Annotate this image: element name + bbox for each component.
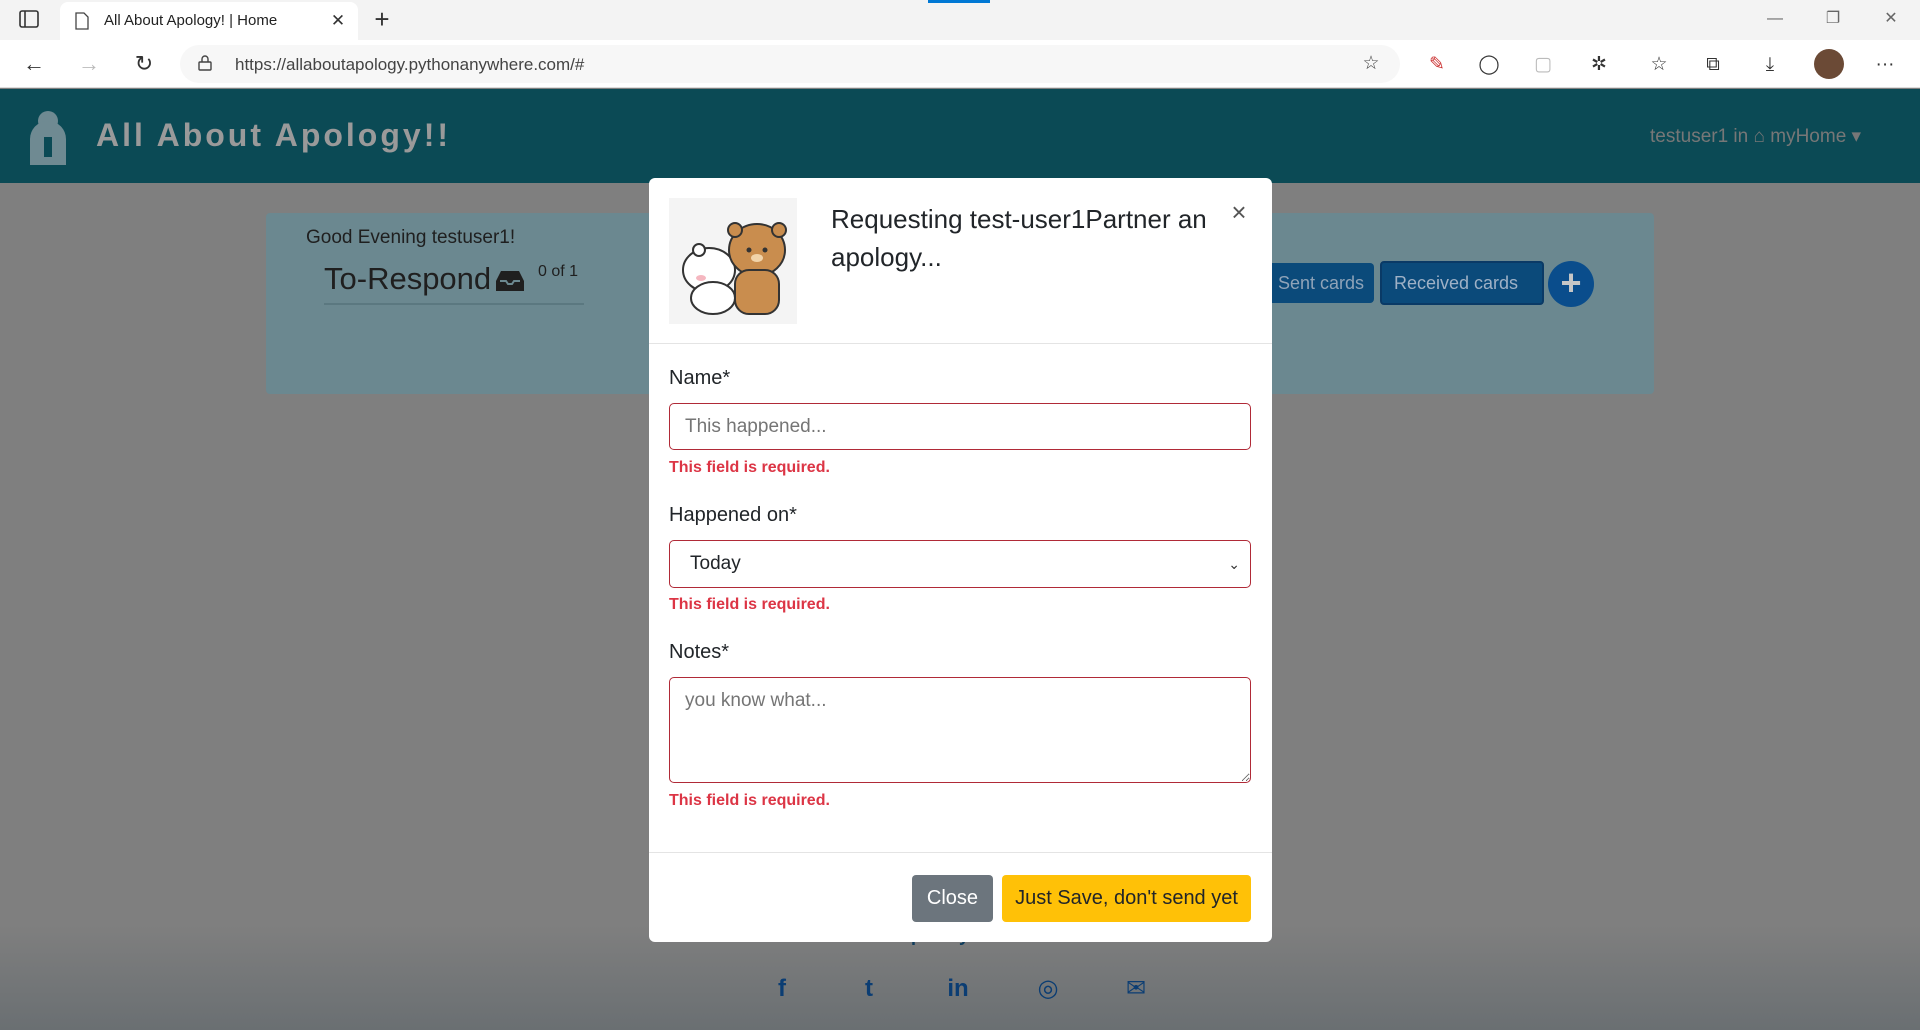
modal-footer-divider	[649, 852, 1272, 853]
user-dropdown[interactable]: testuser1 in ⌂ myHome ▾	[1650, 125, 1861, 148]
apology-request-modal: Requesting test-user1Partner an apology.…	[649, 178, 1272, 942]
name-error: This field is required.	[669, 459, 830, 476]
section-title: To-Respond	[324, 261, 492, 296]
happened-on-label: Happened on*	[669, 504, 797, 526]
extension-square-icon[interactable]: ▢	[1530, 52, 1556, 78]
browser-tab-active[interactable]: All About Apology! | Home ✕	[60, 2, 358, 40]
favorites-icon[interactable]: ☆	[1646, 52, 1672, 78]
tab-close-icon[interactable]: ✕	[328, 11, 348, 31]
modal-title: Requesting test-user1Partner an apology.…	[831, 204, 1207, 272]
name-label: Name*	[669, 367, 731, 389]
minimize-icon[interactable]: —	[1760, 6, 1790, 32]
downloads-icon[interactable]: ⤓	[1757, 52, 1783, 78]
save-button[interactable]: Just Save, don't send yet	[1002, 875, 1251, 922]
browser-toolbar: ← → ↻ https://allaboutapology.pythonanyw…	[0, 40, 1920, 88]
site-navbar: All About Apology!! testuser1 in ⌂ myHom…	[0, 89, 1920, 183]
modal-close-icon[interactable]: ×	[1227, 199, 1251, 225]
brand-title[interactable]: All About Apology!!	[96, 117, 451, 154]
name-input[interactable]	[669, 403, 1251, 450]
tab-indicator	[928, 0, 990, 3]
close-window-icon[interactable]: ✕	[1876, 6, 1906, 32]
notes-error: This field is required.	[669, 792, 830, 809]
chevron-down-icon: ⌄	[1228, 556, 1240, 572]
inbox-icon	[494, 269, 526, 293]
bears-illustration	[669, 198, 797, 324]
extension-pen-icon[interactable]: ✎	[1424, 52, 1450, 78]
add-card-button[interactable]: +	[1548, 261, 1594, 307]
extensions-puzzle-icon[interactable]: ✲	[1586, 52, 1612, 78]
browser-tabbar: All About Apology! | Home ✕ + — ❐ ✕	[0, 0, 1920, 40]
back-icon[interactable]: ←	[20, 50, 48, 78]
facebook-icon[interactable]: f	[768, 975, 796, 1003]
notes-label: Notes*	[669, 641, 730, 663]
lock-icon	[198, 55, 212, 71]
new-tab-button[interactable]: +	[368, 6, 396, 34]
favorite-star-icon[interactable]: ☆	[1360, 53, 1382, 75]
respond-count: 0 of 1	[538, 263, 579, 280]
refresh-icon[interactable]: ↻	[130, 50, 158, 78]
tab-title: All About Apology! | Home	[104, 12, 278, 29]
more-options-icon[interactable]: ···	[1872, 52, 1898, 78]
greeting-text: Good Evening testuser1!	[306, 227, 516, 248]
instagram-icon[interactable]: ◎	[1034, 975, 1062, 1003]
collections-icon[interactable]: ⧉	[1700, 52, 1726, 78]
close-button[interactable]: Close	[912, 875, 993, 922]
linkedin-icon[interactable]: in	[944, 975, 972, 1003]
sent-cards-button[interactable]: Sent cards	[1266, 263, 1374, 303]
happened-on-select[interactable]: Today ⌄	[669, 540, 1251, 588]
modal-header: Requesting test-user1Partner an apology.…	[649, 178, 1272, 344]
url-text: https://allaboutapology.pythonanywhere.c…	[235, 55, 585, 74]
address-bar[interactable]: https://allaboutapology.pythonanywhere.c…	[180, 45, 1400, 83]
extension-circle-icon[interactable]: ◯	[1476, 52, 1502, 78]
happened-on-value: Today	[690, 553, 741, 574]
forward-icon[interactable]: →	[75, 50, 103, 78]
brand-logo-icon[interactable]	[24, 107, 72, 167]
notes-textarea[interactable]	[669, 677, 1251, 783]
restore-icon[interactable]: ❐	[1818, 6, 1848, 32]
tab-actions-icon[interactable]	[18, 9, 42, 31]
happened-on-error: This field is required.	[669, 596, 830, 613]
email-icon[interactable]: ✉	[1122, 975, 1150, 1003]
divider	[324, 303, 584, 305]
received-cards-button[interactable]: Received cards	[1380, 261, 1544, 305]
page-icon	[74, 12, 90, 30]
profile-avatar[interactable]	[1814, 49, 1844, 79]
twitter-icon[interactable]: t	[855, 975, 883, 1003]
